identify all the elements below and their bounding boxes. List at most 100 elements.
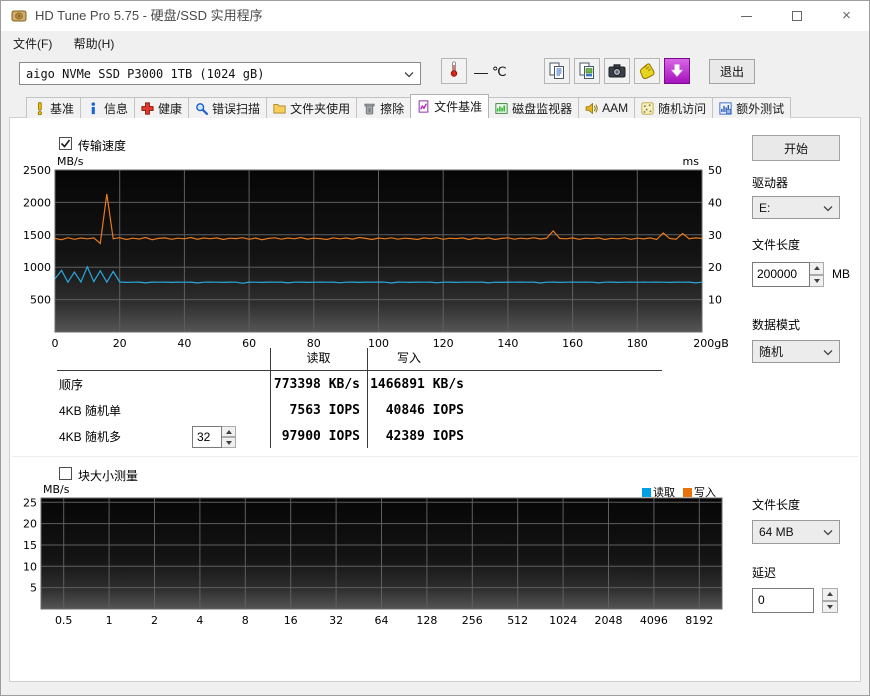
svg-text:2000: 2000 <box>23 196 51 209</box>
svg-text:0.5: 0.5 <box>55 614 73 627</box>
drive-select[interactable]: E: <box>752 196 840 219</box>
svg-text:20: 20 <box>708 261 722 274</box>
menu-help[interactable]: 帮助(H) <box>66 33 125 54</box>
transfer-speed-chart: MB/s2500200015001000500ms504030201002040… <box>17 150 737 355</box>
tab-label: 基准 <box>50 100 74 117</box>
info-icon <box>87 102 100 115</box>
spin-up-button[interactable] <box>222 426 236 437</box>
svg-text:MB/s: MB/s <box>43 483 70 496</box>
block-file-length-label: 文件长度 <box>752 496 800 513</box>
svg-text:1500: 1500 <box>23 229 51 242</box>
window-title: HD Tune Pro 5.75 - 硬盘/SSD 实用程序 <box>35 1 263 31</box>
copy-image-button[interactable] <box>574 58 600 84</box>
close-button[interactable]: × <box>824 1 869 31</box>
copy-text-button[interactable] <box>544 58 570 84</box>
tab-health[interactable]: 健康 <box>134 97 189 118</box>
block-file-length-value: 64 MB <box>759 525 794 539</box>
tab-folder-usage[interactable]: 文件夹使用 <box>266 97 357 118</box>
write-value-4kb-single: 40846 IOPS <box>367 398 464 424</box>
update-button[interactable] <box>664 58 690 84</box>
folder-usage-icon <box>273 102 286 115</box>
tab-file-benchmark[interactable]: 文件基准 <box>410 94 489 118</box>
spin-down-button[interactable] <box>822 601 838 614</box>
start-button[interactable]: 开始 <box>752 135 840 161</box>
svg-text:10: 10 <box>23 560 37 573</box>
svg-text:8: 8 <box>242 614 249 627</box>
device-select[interactable]: aigo NVMe SSD P3000 1TB (1024 gB) <box>19 62 421 85</box>
screenshot-icon <box>607 61 627 81</box>
minimize-button[interactable] <box>724 1 769 31</box>
random-access-icon <box>641 102 654 115</box>
file-length-value[interactable]: 200000 <box>752 262 810 287</box>
svg-text:4096: 4096 <box>640 614 668 627</box>
chevron-down-icon <box>823 525 833 539</box>
transfer-speed-checkbox[interactable] <box>59 137 72 150</box>
file-length-unit: MB <box>832 267 850 281</box>
chevron-down-icon <box>823 345 833 359</box>
svg-text:15: 15 <box>23 539 37 552</box>
svg-text:512: 512 <box>507 614 528 627</box>
disk-monitor-icon <box>495 102 508 115</box>
column-header-write: 写入 <box>367 348 451 368</box>
extra-tests-icon <box>719 102 732 115</box>
temperature-value: — <box>474 64 488 80</box>
svg-text:64: 64 <box>375 614 389 627</box>
spin-up-button[interactable] <box>810 262 824 275</box>
svg-text:10: 10 <box>708 294 722 307</box>
drive-select-value: E: <box>759 201 770 215</box>
tab-erase[interactable]: 擦除 <box>356 97 411 118</box>
temperature-button[interactable] <box>441 58 467 84</box>
svg-text:1024: 1024 <box>549 614 577 627</box>
error-scan-icon <box>195 102 208 115</box>
thermometer-icon <box>445 60 463 83</box>
tab-label: 文件基准 <box>434 98 482 115</box>
toolbar-icon-buttons <box>544 58 690 84</box>
tab-label: 错误扫描 <box>212 100 260 117</box>
spin-up-button[interactable] <box>822 588 838 601</box>
delay-value[interactable]: 0 <box>752 588 814 613</box>
health-icon <box>141 102 154 115</box>
tab-random-access[interactable]: 随机访问 <box>634 97 713 118</box>
read-value-4kb-single: 7563 IOPS <box>270 398 360 424</box>
file-length-label: 文件长度 <box>752 236 800 253</box>
svg-text:20: 20 <box>23 518 37 531</box>
svg-text:1000: 1000 <box>23 261 51 274</box>
svg-text:ms: ms <box>683 155 700 168</box>
chevron-down-icon <box>823 201 833 215</box>
tab-error-scan[interactable]: 错误扫描 <box>188 97 267 118</box>
tab-info[interactable]: 信息 <box>80 97 135 118</box>
row-label-4kb-multi: 4KB 随机多 <box>59 424 121 450</box>
delay-spinner <box>822 588 838 613</box>
temperature-unit: ℃ <box>492 64 507 80</box>
block-file-length-select[interactable]: 64 MB <box>752 520 840 544</box>
svg-text:2500: 2500 <box>23 164 51 177</box>
svg-text:25: 25 <box>23 496 37 509</box>
maximize-button[interactable] <box>774 1 819 31</box>
file-benchmark-icon <box>417 100 430 113</box>
tab-benchmark[interactable]: 基准 <box>26 97 81 118</box>
tab-disk-monitor[interactable]: 磁盘监视器 <box>488 97 579 118</box>
donate-icon <box>637 61 657 81</box>
tab-label: 健康 <box>158 100 182 117</box>
data-mode-select-value: 随机 <box>759 343 783 360</box>
svg-text:40: 40 <box>708 196 722 209</box>
screenshot-button[interactable] <box>604 58 630 84</box>
menu-file[interactable]: 文件(F) <box>5 33 62 54</box>
titlebar: HD Tune Pro 5.75 - 硬盘/SSD 实用程序 × <box>1 1 869 31</box>
tab-aam[interactable]: AAM <box>578 97 635 118</box>
svg-text:256: 256 <box>462 614 483 627</box>
exit-button[interactable]: 退出 <box>709 59 755 84</box>
benchmark-icon <box>33 102 46 115</box>
tab-label: 文件夹使用 <box>290 100 350 117</box>
spin-down-button[interactable] <box>222 437 236 448</box>
donate-button[interactable] <box>634 58 660 84</box>
copy-image-icon <box>577 61 597 81</box>
write-value-4kb-multi: 42389 IOPS <box>367 424 464 450</box>
drive-label: 驱动器 <box>752 174 788 191</box>
spin-down-button[interactable] <box>810 275 824 288</box>
queue-depth-value[interactable]: 32 <box>192 426 222 448</box>
tab-extra-tests[interactable]: 额外测试 <box>712 97 791 118</box>
svg-text:32: 32 <box>329 614 343 627</box>
data-mode-label: 数据模式 <box>752 316 800 333</box>
data-mode-select[interactable]: 随机 <box>752 340 840 363</box>
